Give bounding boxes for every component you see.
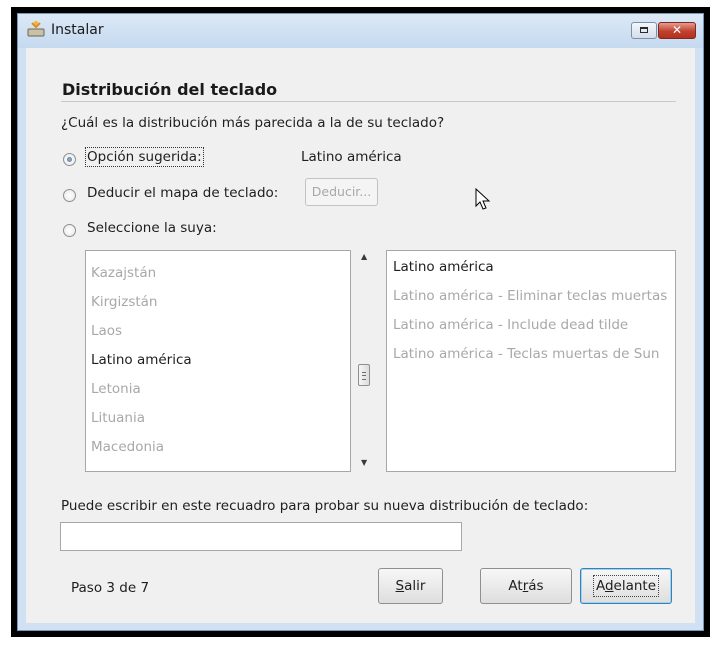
minimize-icon xyxy=(640,27,648,33)
mouse-pointer-icon xyxy=(475,188,491,210)
title-bar[interactable]: Instalar ✕ xyxy=(18,14,703,48)
layout-list-scrollbar[interactable]: ▲ ▼ xyxy=(356,250,373,472)
next-label-pre: A xyxy=(595,578,605,594)
back-label-pre: At xyxy=(508,578,523,594)
keyboard-test-input[interactable] xyxy=(60,522,462,551)
next-button[interactable]: Adelante xyxy=(580,568,672,604)
quit-button[interactable]: Salir xyxy=(378,568,443,604)
close-button[interactable]: ✕ xyxy=(658,22,696,39)
chevron-up-icon[interactable]: ▲ xyxy=(361,252,367,261)
back-button[interactable]: Atrás xyxy=(480,568,572,604)
deduce-option-label[interactable]: Deducir el mapa de teclado: xyxy=(87,185,278,201)
window-title: Instalar xyxy=(51,22,104,38)
step-indicator: Paso 3 de 7 xyxy=(71,580,150,596)
next-accesskey: d xyxy=(604,578,614,594)
list-item-selected[interactable]: Latino américa xyxy=(393,259,494,275)
radio-choose[interactable] xyxy=(63,224,76,237)
list-item[interactable]: Lituania xyxy=(91,410,145,426)
next-button-label: Adelante xyxy=(592,575,660,597)
close-icon: ✕ xyxy=(671,23,683,37)
quit-label-post: alir xyxy=(404,578,426,594)
radio-deduce[interactable] xyxy=(63,189,76,202)
suggested-layout-value: Latino américa xyxy=(301,149,402,165)
installer-icon xyxy=(27,21,45,37)
back-label-post: ás xyxy=(528,578,544,594)
next-label-post: elante xyxy=(613,578,657,594)
variant-list[interactable]: Latino américa Latino américa - Eliminar… xyxy=(386,250,676,472)
list-item[interactable]: Letonia xyxy=(91,381,141,397)
list-item[interactable]: Latino américa - Teclas muertas de Sun xyxy=(393,346,659,362)
list-item[interactable]: Macedonia xyxy=(91,439,164,455)
suggested-option-label[interactable]: Opción sugerida: xyxy=(85,147,204,167)
quit-accesskey: S xyxy=(395,578,405,594)
page-heading: Distribución del teclado xyxy=(62,80,278,99)
choose-option-label[interactable]: Seleccione la suya: xyxy=(87,220,217,236)
radio-suggested[interactable] xyxy=(63,153,76,166)
list-item[interactable]: Latino américa - Include dead tilde xyxy=(393,317,628,333)
list-item[interactable]: Kirgizstán xyxy=(91,294,157,310)
question-text: ¿Cuál es la distribución más parecida a … xyxy=(61,115,445,131)
list-item[interactable]: Latino américa - Eliminar teclas muertas xyxy=(393,288,667,304)
chevron-down-icon[interactable]: ▼ xyxy=(361,458,367,467)
list-item[interactable]: Laos xyxy=(91,323,122,339)
layout-list[interactable]: Kazajstán Kirgizstán Laos Latino américa… xyxy=(85,250,351,472)
heading-rule xyxy=(61,101,676,102)
scrollbar-thumb[interactable] xyxy=(358,364,370,386)
list-item[interactable]: Kazajstán xyxy=(91,265,156,281)
test-hint: Puede escribir en este recuadro para pro… xyxy=(61,498,589,514)
list-item-selected[interactable]: Latino américa xyxy=(91,352,192,368)
deduce-button[interactable]: Deducir... xyxy=(305,178,378,206)
minimize-button[interactable] xyxy=(631,22,657,39)
